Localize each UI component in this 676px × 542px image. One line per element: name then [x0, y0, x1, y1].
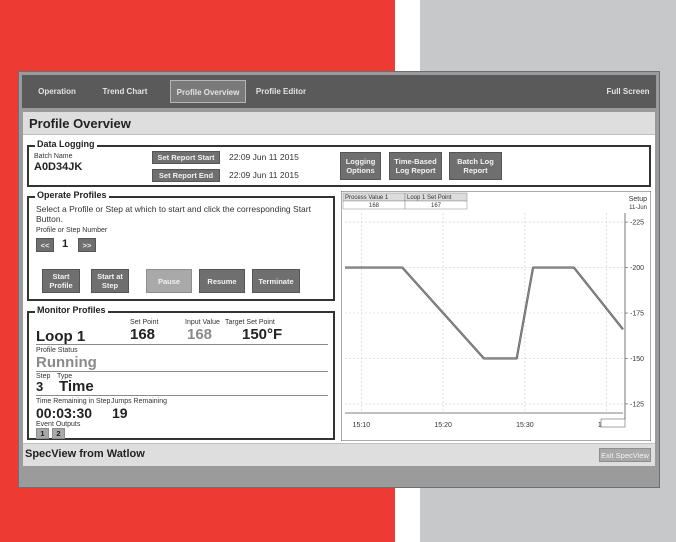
x-tick-label: 15:20 — [434, 422, 452, 429]
batch-name-label: Batch Name — [34, 153, 73, 160]
start-profile-button[interactable]: Start Profile — [42, 269, 80, 293]
pause-button[interactable]: Pause — [146, 269, 192, 293]
target-set-point-value: 150°F — [242, 326, 283, 343]
batch-name-value: A0D34JK — [34, 161, 83, 173]
y-tick-label: -125 — [630, 401, 644, 408]
set-report-end-button[interactable]: Set Report End — [152, 169, 220, 182]
loop-set-point-label: Loop 1 Set Point — [407, 195, 452, 201]
top-navigation-bar: Operation Trend Chart Profile Overview P… — [22, 75, 656, 108]
profile-step-number-label: Profile or Step Number — [36, 227, 108, 234]
y-tick-label: -200 — [630, 265, 644, 272]
jumps-remaining-value: 19 — [112, 405, 128, 421]
y-tick-label: -175 — [630, 311, 644, 318]
start-at-step-button[interactable]: Start at Step — [91, 269, 129, 293]
tab-operation[interactable]: Operation — [26, 80, 88, 103]
event-outputs-label: Event Outputs — [36, 421, 81, 428]
y-tick-label: -225 — [630, 220, 644, 227]
operate-instruction: Select a Profile or Step at which to sta… — [36, 204, 311, 224]
input-value-label: Input Value — [185, 319, 220, 326]
next-step-button[interactable]: >> — [78, 238, 96, 252]
data-logging-panel: Data Logging Batch Name A0D34JK Set Repo… — [27, 139, 651, 187]
type-value: Time — [59, 378, 94, 395]
specview-window: Operation Trend Chart Profile Overview P… — [18, 71, 660, 488]
trend-chart: Process Value 1 Loop 1 Set Point 168 167… — [340, 190, 652, 442]
x-tick-label: 15:10 — [353, 422, 371, 429]
operate-profiles-panel: Operate Profiles Select a Profile or Ste… — [27, 190, 335, 301]
main-content: Profile Overview Data Logging Batch Name… — [23, 112, 655, 466]
trend-chart-panel: Process Value 1 Loop 1 Set Point 168 167… — [340, 190, 652, 442]
y-tick-label: -150 — [630, 356, 644, 363]
time-remaining-label: Time Remaining in Step — [36, 398, 111, 405]
operate-profiles-legend: Operate Profiles — [35, 190, 109, 200]
chart-setup-button[interactable]: Setup — [629, 196, 647, 203]
target-set-point-label: Target Set Point — [225, 319, 275, 326]
chart-date: 11-Jun — [629, 205, 647, 211]
resume-button[interactable]: Resume — [199, 269, 245, 293]
divider — [36, 344, 328, 345]
divider — [36, 371, 328, 372]
event-output-2-button[interactable]: 2 — [52, 428, 65, 439]
data-logging-legend: Data Logging — [35, 139, 97, 149]
set-point-value: 168 — [130, 326, 156, 343]
report-start-time: 22:09 Jun 11 2015 — [229, 152, 299, 162]
input-value: 168 — [187, 326, 213, 343]
tab-profile-overview[interactable]: Profile Overview — [170, 80, 246, 103]
profile-status-label: Profile Status — [36, 347, 78, 354]
page-header: Profile Overview — [23, 112, 655, 135]
divider — [36, 395, 328, 396]
exit-specview-button[interactable]: Exit SpecView — [599, 448, 651, 462]
tab-profile-editor[interactable]: Profile Editor — [248, 80, 314, 103]
logging-options-button[interactable]: Logging Options — [340, 152, 381, 180]
footer-title: SpecView from Watlow — [25, 448, 145, 460]
footer-bar: SpecView from Watlow Exit SpecView — [23, 443, 655, 466]
time-remaining-value: 00:03:30 — [36, 405, 93, 421]
previous-step-button[interactable]: << — [36, 238, 54, 252]
terminate-button[interactable]: Terminate — [252, 269, 300, 293]
jumps-remaining-label: Jumps Remaining — [111, 398, 168, 405]
set-point-label: Set Point — [130, 319, 159, 326]
monitor-profiles-legend: Monitor Profiles — [35, 305, 108, 315]
full-screen-button[interactable]: Full Screen — [602, 80, 654, 103]
monitor-profiles-panel: Monitor Profiles Set Point Input Value T… — [27, 305, 335, 440]
process-value-reading: 168 — [369, 203, 380, 209]
time-based-log-report-button[interactable]: Time-Based Log Report — [389, 152, 442, 180]
tab-trend-chart[interactable]: Trend Chart — [92, 80, 158, 103]
chart-scroll-control[interactable] — [600, 418, 626, 428]
profile-status-value: Running — [36, 354, 97, 371]
batch-log-report-button[interactable]: Batch Log Report — [449, 152, 502, 180]
set-report-start-button[interactable]: Set Report Start — [152, 151, 220, 164]
loop-name: Loop 1 — [36, 328, 86, 345]
loop-set-point-reading: 167 — [431, 203, 442, 209]
profile-step-number-value[interactable]: 1 — [62, 238, 68, 250]
page-title: Profile Overview — [29, 116, 131, 131]
x-tick-label: 15:30 — [516, 422, 534, 429]
step-value: 3 — [36, 379, 44, 394]
event-output-1-button[interactable]: 1 — [36, 428, 49, 439]
process-value-label: Process Value 1 — [345, 195, 389, 201]
report-end-time: 22:09 Jun 11 2015 — [229, 170, 299, 180]
